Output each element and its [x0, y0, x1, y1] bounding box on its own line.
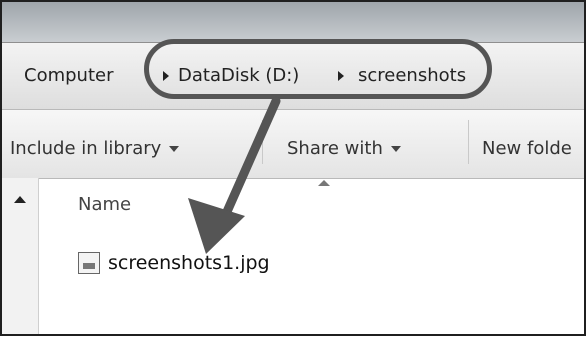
- annotation-arrow-icon: [188, 96, 281, 254]
- explorer-window: Computer DataDisk (D:) screenshots Inclu…: [0, 0, 586, 336]
